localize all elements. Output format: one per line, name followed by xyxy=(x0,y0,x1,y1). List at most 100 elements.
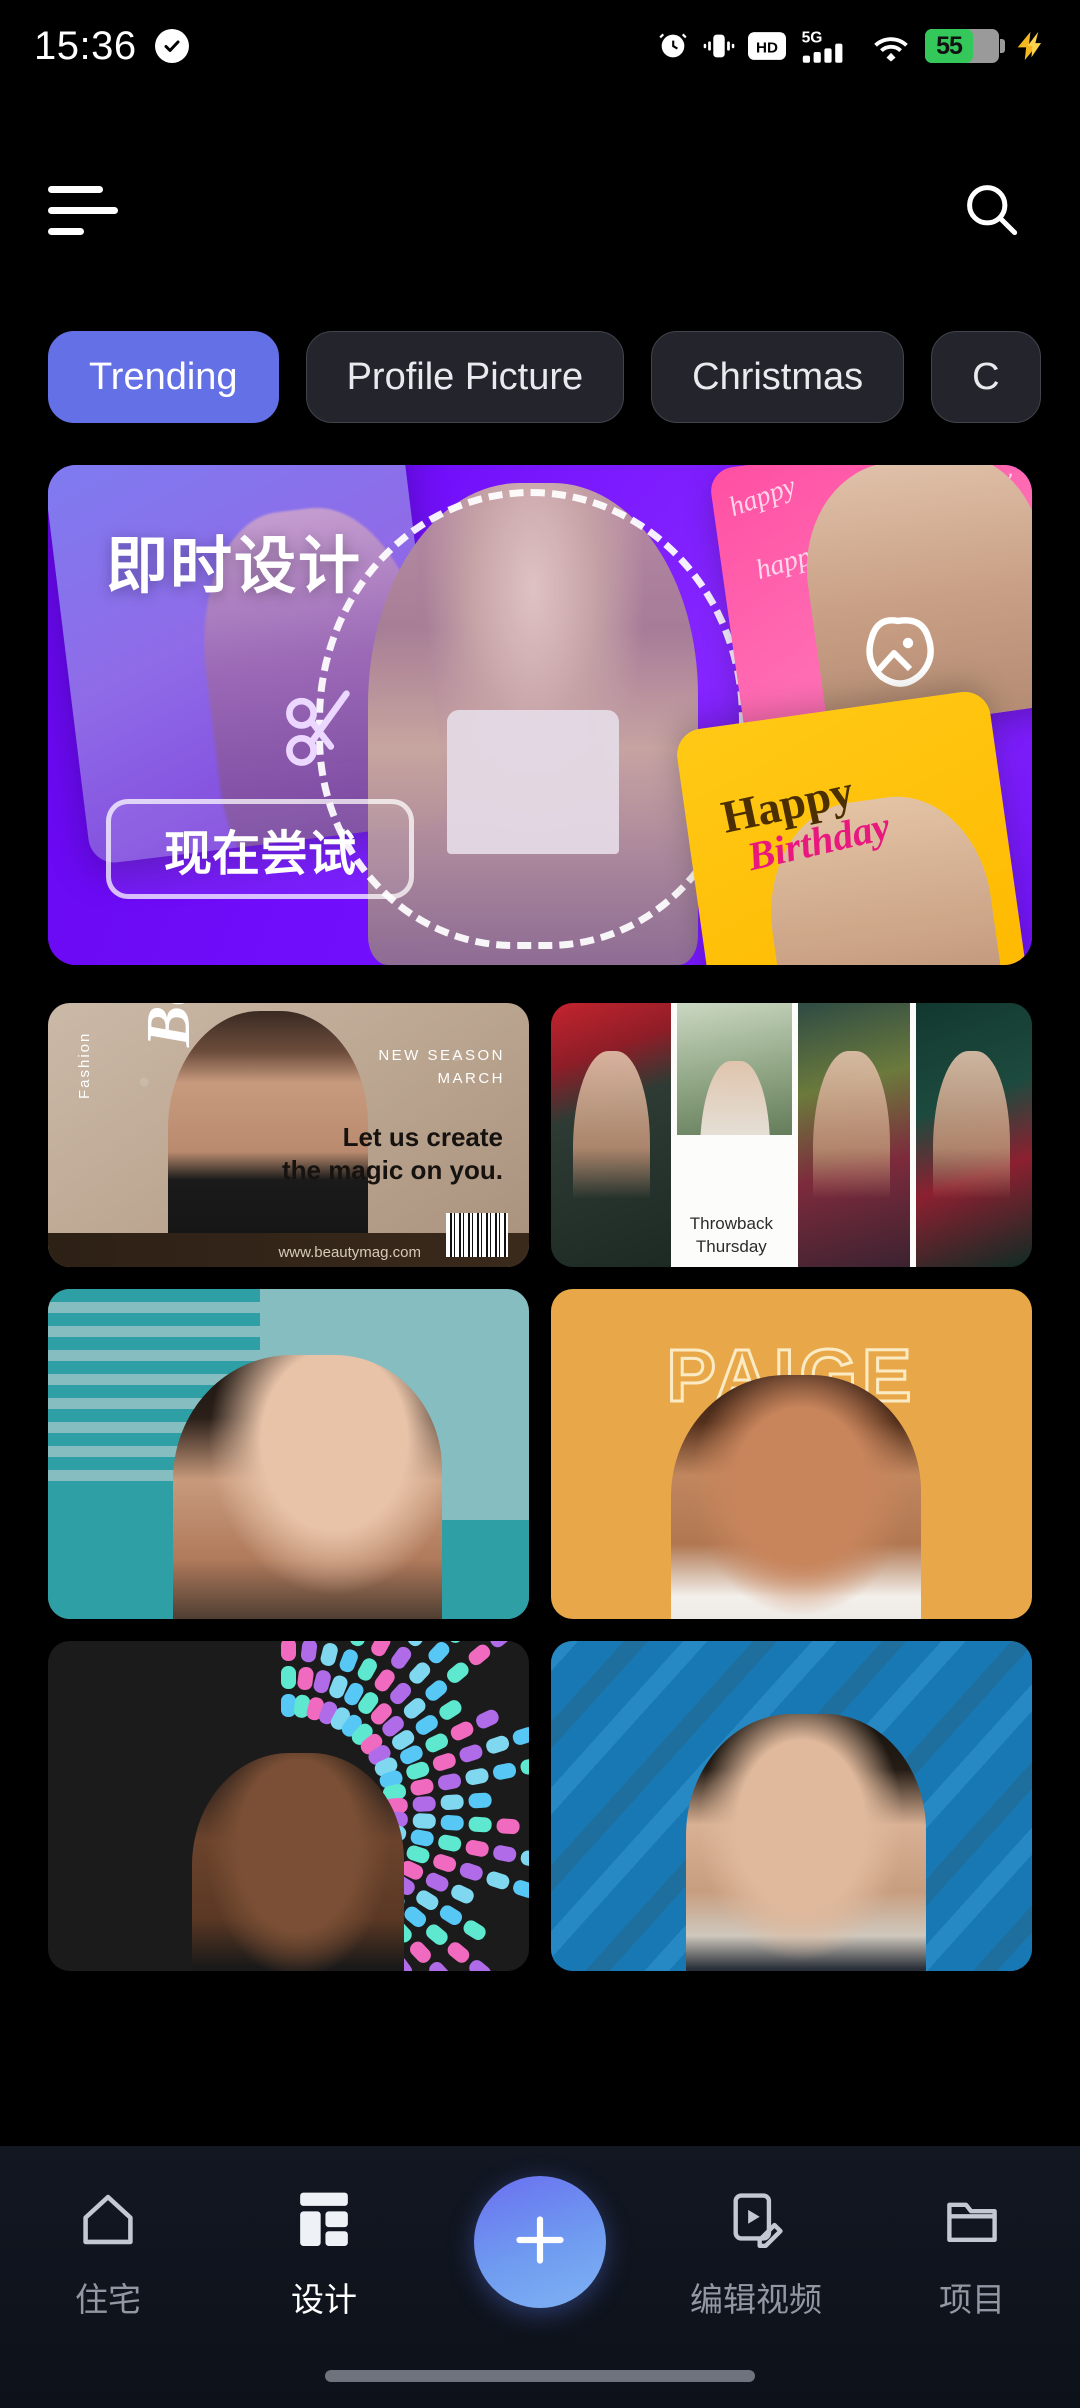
radial-dot xyxy=(422,1921,451,1948)
home-icon xyxy=(77,2187,139,2253)
hero-cta-button[interactable]: 现在尝试 xyxy=(106,799,414,899)
radial-dot xyxy=(439,1793,464,1811)
barcode-icon xyxy=(441,1209,513,1261)
throwback-caption-text: Throwback Thursday xyxy=(690,1213,773,1259)
nav-label-design: 设计 xyxy=(291,2280,357,2318)
5g-signal-icon: 5G xyxy=(799,28,857,64)
nav-label-edit-video: 编辑视频 xyxy=(690,2280,822,2318)
wifi-icon xyxy=(870,30,912,62)
radial-dot xyxy=(467,1791,492,1809)
lightning-bolt-icon xyxy=(1012,29,1046,63)
radial-dot xyxy=(443,1659,471,1686)
radial-dot xyxy=(280,1641,296,1661)
beauty-season-line2: MARCH xyxy=(437,1069,505,1087)
radial-dot xyxy=(430,1750,458,1773)
radial-dot xyxy=(444,1641,471,1646)
template-card-radial[interactable] xyxy=(48,1641,529,1971)
radial-dot xyxy=(465,1956,494,1971)
radial-dot xyxy=(463,1766,490,1786)
throwback-caption: Throwback Thursday xyxy=(671,1135,792,1267)
collage-panel-3 xyxy=(791,1003,912,1267)
radial-dot xyxy=(404,1641,430,1649)
hd-icon: HD xyxy=(748,32,786,60)
radial-dot xyxy=(448,1881,476,1906)
radial-dot xyxy=(425,1641,452,1666)
radial-dot xyxy=(423,1870,451,1894)
radial-dot xyxy=(457,1860,485,1882)
folder-icon xyxy=(942,2187,1002,2253)
radial-dot xyxy=(467,1815,492,1833)
nav-item-edit-video[interactable]: 编辑视频 xyxy=(648,2187,864,2321)
template-card-teal[interactable] xyxy=(48,1289,529,1619)
create-button[interactable] xyxy=(474,2176,606,2308)
category-chip-row[interactable]: Trending Profile Picture Christmas C xyxy=(0,327,1080,427)
svg-text:5G: 5G xyxy=(802,29,823,46)
chip-christmas[interactable]: Christmas xyxy=(651,331,905,423)
search-icon[interactable] xyxy=(952,170,1032,250)
gesture-bar[interactable] xyxy=(325,2370,755,2382)
vibrate-icon xyxy=(703,31,735,61)
radial-dot xyxy=(411,1795,436,1812)
template-card-blue[interactable] xyxy=(551,1641,1032,1971)
beauty-title: Beauty xyxy=(134,1003,205,1047)
hero-title: 即时设计 xyxy=(106,532,363,601)
beauty-fashion-label: Fashion xyxy=(76,1031,93,1099)
video-edit-icon xyxy=(726,2187,786,2253)
radial-ray xyxy=(280,1641,296,1717)
status-bar-clock: 15:36 xyxy=(34,23,137,68)
app-header xyxy=(0,155,1080,265)
radial-dot xyxy=(491,1761,517,1781)
nav-item-design[interactable]: 设计 xyxy=(216,2187,432,2321)
radial-dot xyxy=(460,1917,488,1943)
radial-dot xyxy=(444,1939,472,1966)
magic-image-icon xyxy=(854,607,946,704)
hamburger-menu-icon[interactable] xyxy=(48,180,126,240)
radial-dot xyxy=(430,1851,458,1874)
pink-card-script-1: happy xyxy=(724,470,800,524)
radial-dot xyxy=(347,1641,370,1648)
radial-dot xyxy=(422,1677,450,1704)
radial-dot xyxy=(299,1641,318,1663)
radial-dot xyxy=(465,1641,493,1668)
radial-dot xyxy=(510,1724,529,1747)
hero-banner[interactable]: happy happy happy Happy Birthday 即时设计 现在… xyxy=(48,465,1032,965)
blue-model-image xyxy=(685,1713,927,1971)
radial-dot xyxy=(425,1958,453,1971)
battery-icon: 55 xyxy=(925,29,1005,63)
radial-dot xyxy=(510,1877,529,1900)
radial-dot xyxy=(491,1843,517,1863)
battery-fill: 55 xyxy=(925,29,973,63)
radial-dot xyxy=(368,1641,393,1659)
radial-dot xyxy=(296,1665,314,1691)
radial-dot xyxy=(436,1902,465,1928)
radial-dot xyxy=(436,1697,464,1723)
template-card-beauty[interactable]: Fashion Beauty NEW SEASON MARCH Let us c… xyxy=(48,1003,529,1267)
template-card-throwback[interactable]: Throwback Thursday xyxy=(551,1003,1032,1267)
status-bar: 15:36 HD 5G 55 xyxy=(0,0,1080,92)
chip-next[interactable]: C xyxy=(931,331,1041,423)
status-bar-right: HD 5G 55 xyxy=(656,28,1046,64)
teal-model-image xyxy=(173,1355,443,1619)
radial-dot xyxy=(447,1718,476,1743)
layout-grid-icon xyxy=(295,2187,353,2253)
radial-dot xyxy=(337,1646,360,1674)
nav-item-projects[interactable]: 项目 xyxy=(864,2187,1080,2321)
template-card-paige[interactable]: PAIGE xyxy=(551,1289,1032,1619)
radial-dot xyxy=(495,1817,520,1835)
radial-dot xyxy=(411,1812,436,1829)
chip-profile-picture[interactable]: Profile Picture xyxy=(305,331,625,423)
paige-model-image xyxy=(671,1374,922,1619)
radial-dot xyxy=(406,1938,434,1966)
radial-dot xyxy=(518,1756,529,1776)
beauty-tagline: Let us create the magic on you. xyxy=(282,1121,503,1186)
check-circle-icon xyxy=(154,29,189,63)
radial-dot xyxy=(280,1665,296,1689)
template-grid: Fashion Beauty NEW SEASON MARCH Let us c… xyxy=(48,1003,1032,1971)
bottom-navigation: 住宅 设计 编辑视频 项目 xyxy=(0,2146,1080,2408)
collage-panel-1 xyxy=(551,1003,672,1267)
radial-dot xyxy=(519,1848,529,1869)
alarm-icon xyxy=(656,29,690,63)
svg-text:HD: HD xyxy=(756,39,778,56)
nav-item-home[interactable]: 住宅 xyxy=(0,2187,216,2321)
chip-trending[interactable]: Trending xyxy=(48,331,279,423)
